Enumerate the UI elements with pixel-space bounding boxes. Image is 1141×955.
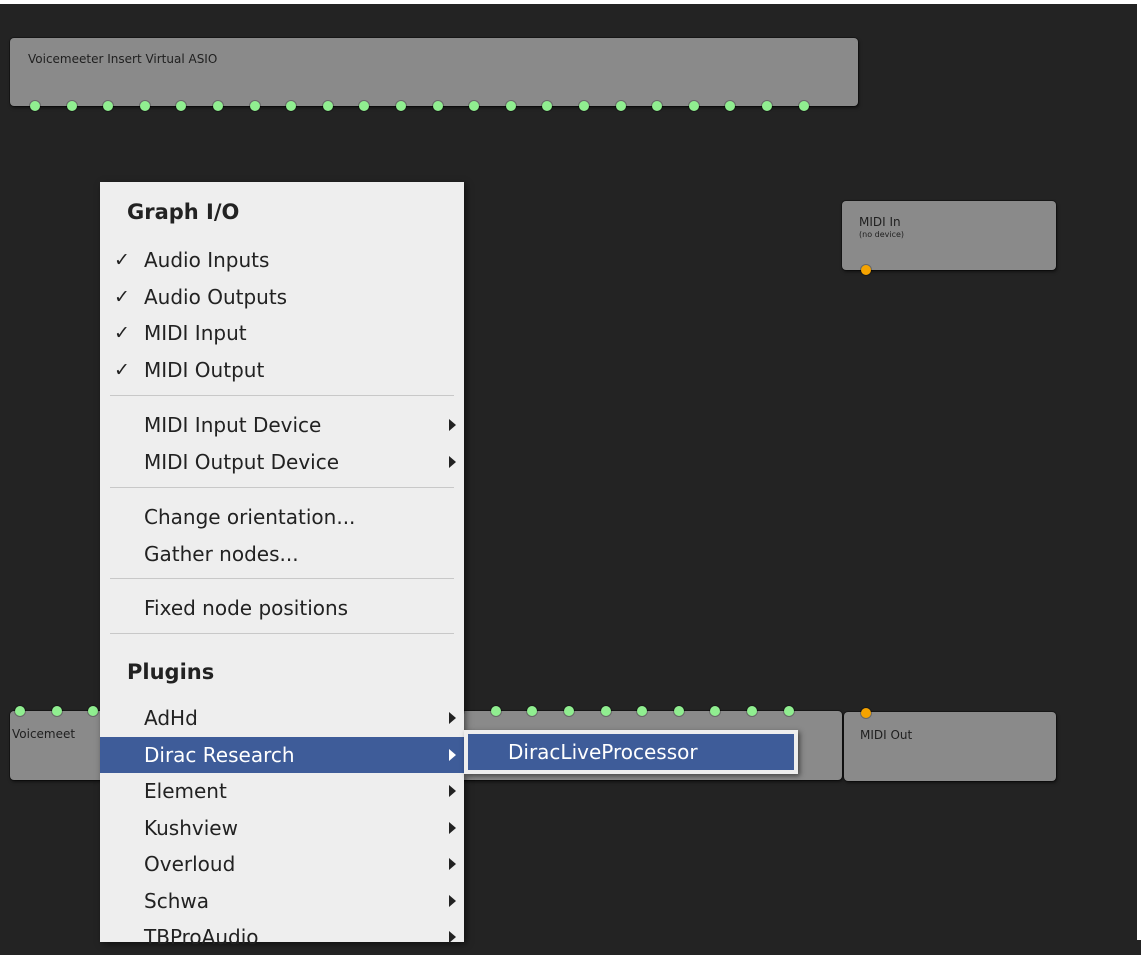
audio-output-port[interactable] xyxy=(762,101,772,111)
submenu-arrow-icon xyxy=(449,822,456,834)
submenu-arrow-icon xyxy=(449,931,456,943)
node-title: MIDI Out xyxy=(860,728,913,742)
menu-item-plugin-kushview[interactable]: Kushview xyxy=(100,810,464,846)
audio-output-port[interactable] xyxy=(798,101,809,111)
node-voicemeeter-insert-asio[interactable]: Voicemeeter Insert Virtual ASIO xyxy=(10,38,858,106)
node-midi-in[interactable]: MIDI In (no device) xyxy=(842,201,1056,270)
node-title: Voicemeet xyxy=(12,727,76,741)
menu-item-change-orientation[interactable]: Change orientation... xyxy=(100,499,464,535)
menu-item-plugin-dirac-research[interactable]: Dirac Research xyxy=(100,737,464,773)
audio-output-port[interactable] xyxy=(249,101,260,111)
menu-item-midi-output[interactable]: ✓ MIDI Output xyxy=(100,352,464,388)
menu-item-label: Gather nodes... xyxy=(144,542,299,566)
menu-separator xyxy=(110,578,454,579)
submenu-item-label: DiracLiveProcessor xyxy=(508,740,698,764)
menu-item-label: TBProAudio xyxy=(144,925,259,949)
menu-item-plugin-element[interactable]: Element xyxy=(100,773,464,809)
check-icon: ✓ xyxy=(114,249,130,271)
menu-item-plugin-tbproaudio[interactable]: TBProAudio xyxy=(100,919,464,955)
audio-input-port[interactable] xyxy=(15,706,25,716)
audio-output-port[interactable] xyxy=(725,101,736,111)
submenu-arrow-icon xyxy=(449,858,456,870)
audio-output-port[interactable] xyxy=(432,101,443,111)
menu-item-label: Audio Inputs xyxy=(144,248,270,272)
menu-item-gather-nodes[interactable]: Gather nodes... xyxy=(100,536,464,572)
audio-output-port[interactable] xyxy=(322,101,333,111)
audio-output-port[interactable] xyxy=(213,101,223,111)
menu-separator xyxy=(110,395,454,396)
node-title: MIDI In xyxy=(859,215,901,229)
dirac-research-submenu: DiracLiveProcessor xyxy=(464,730,798,774)
audio-output-port[interactable] xyxy=(30,101,40,111)
node-title: Voicemeeter Insert Virtual ASIO xyxy=(28,52,218,66)
menu-item-label: AdHd xyxy=(144,706,198,730)
menu-item-plugin-overloud[interactable]: Overloud xyxy=(100,846,464,882)
submenu-arrow-icon xyxy=(449,456,456,468)
audio-output-port[interactable] xyxy=(286,101,297,111)
audio-output-port[interactable] xyxy=(505,101,516,111)
menu-item-label: Overloud xyxy=(144,852,236,876)
submenu-arrow-icon xyxy=(449,749,456,761)
audio-output-port[interactable] xyxy=(103,101,114,111)
menu-header-graph-io: Graph I/O xyxy=(127,200,240,224)
window-top-edge xyxy=(0,0,1141,4)
submenu-arrow-icon xyxy=(449,895,456,907)
submenu-arrow-icon xyxy=(449,419,456,431)
audio-output-port[interactable] xyxy=(579,101,589,111)
menu-item-fixed-node-positions[interactable]: Fixed node positions xyxy=(100,590,464,626)
audio-output-port[interactable] xyxy=(469,101,480,111)
audio-input-port[interactable] xyxy=(747,706,757,716)
audio-output-port[interactable] xyxy=(396,101,406,111)
audio-input-port[interactable] xyxy=(673,706,684,716)
submenu-arrow-icon xyxy=(449,712,456,724)
audio-input-port[interactable] xyxy=(783,706,794,716)
menu-item-label: Element xyxy=(144,779,227,803)
menu-separator xyxy=(110,487,454,488)
menu-item-plugin-schwa[interactable]: Schwa xyxy=(100,883,464,919)
menu-item-midi-output-device[interactable]: MIDI Output Device xyxy=(100,444,464,480)
window-right-edge xyxy=(1137,0,1141,940)
audio-output-port[interactable] xyxy=(688,101,699,111)
audio-input-port[interactable] xyxy=(600,706,611,716)
midi-out-input-port[interactable] xyxy=(861,708,871,718)
check-icon: ✓ xyxy=(114,322,130,344)
submenu-item-diraclive-processor[interactable]: DiracLiveProcessor xyxy=(468,734,794,770)
check-icon: ✓ xyxy=(114,359,130,381)
node-subtitle: (no device) xyxy=(859,230,905,239)
check-icon: ✓ xyxy=(114,286,130,308)
menu-header-plugins: Plugins xyxy=(127,660,215,684)
menu-item-audio-outputs[interactable]: ✓ Audio Outputs xyxy=(100,279,464,315)
audio-output-port[interactable] xyxy=(66,101,77,111)
menu-item-label: MIDI Output Device xyxy=(144,450,340,474)
menu-item-label: MIDI Input Device xyxy=(144,413,322,437)
menu-item-audio-inputs[interactable]: ✓ Audio Inputs xyxy=(100,242,464,278)
menu-item-midi-input[interactable]: ✓ MIDI Input xyxy=(100,315,464,351)
audio-output-port[interactable] xyxy=(652,101,663,111)
menu-item-label: Change orientation... xyxy=(144,505,356,529)
graph-context-menu: Graph I/O ✓ Audio Inputs ✓ Audio Outputs… xyxy=(100,182,464,949)
menu-item-label: Dirac Research xyxy=(144,743,295,767)
audio-output-port[interactable] xyxy=(542,101,553,111)
menu-item-midi-input-device[interactable]: MIDI Input Device xyxy=(100,407,464,443)
audio-input-port[interactable] xyxy=(564,706,574,716)
audio-input-port[interactable] xyxy=(51,706,62,716)
menu-item-label: MIDI Input xyxy=(144,321,247,345)
audio-output-port[interactable] xyxy=(176,101,187,111)
menu-item-label: MIDI Output xyxy=(144,358,265,382)
menu-separator xyxy=(110,633,454,634)
audio-input-port[interactable] xyxy=(490,706,501,716)
midi-in-output-port[interactable] xyxy=(861,265,871,275)
menu-item-label: Fixed node positions xyxy=(144,596,349,620)
menu-item-label: Kushview xyxy=(144,816,238,840)
menu-item-plugin-adhd[interactable]: AdHd xyxy=(100,700,464,736)
audio-output-port[interactable] xyxy=(359,101,370,111)
menu-item-label: Schwa xyxy=(144,889,209,913)
audio-output-port[interactable] xyxy=(139,101,150,111)
audio-output-port[interactable] xyxy=(615,101,626,111)
submenu-arrow-icon xyxy=(449,785,456,797)
menu-item-label: Audio Outputs xyxy=(144,285,288,309)
node-midi-out[interactable]: MIDI Out xyxy=(844,712,1056,781)
